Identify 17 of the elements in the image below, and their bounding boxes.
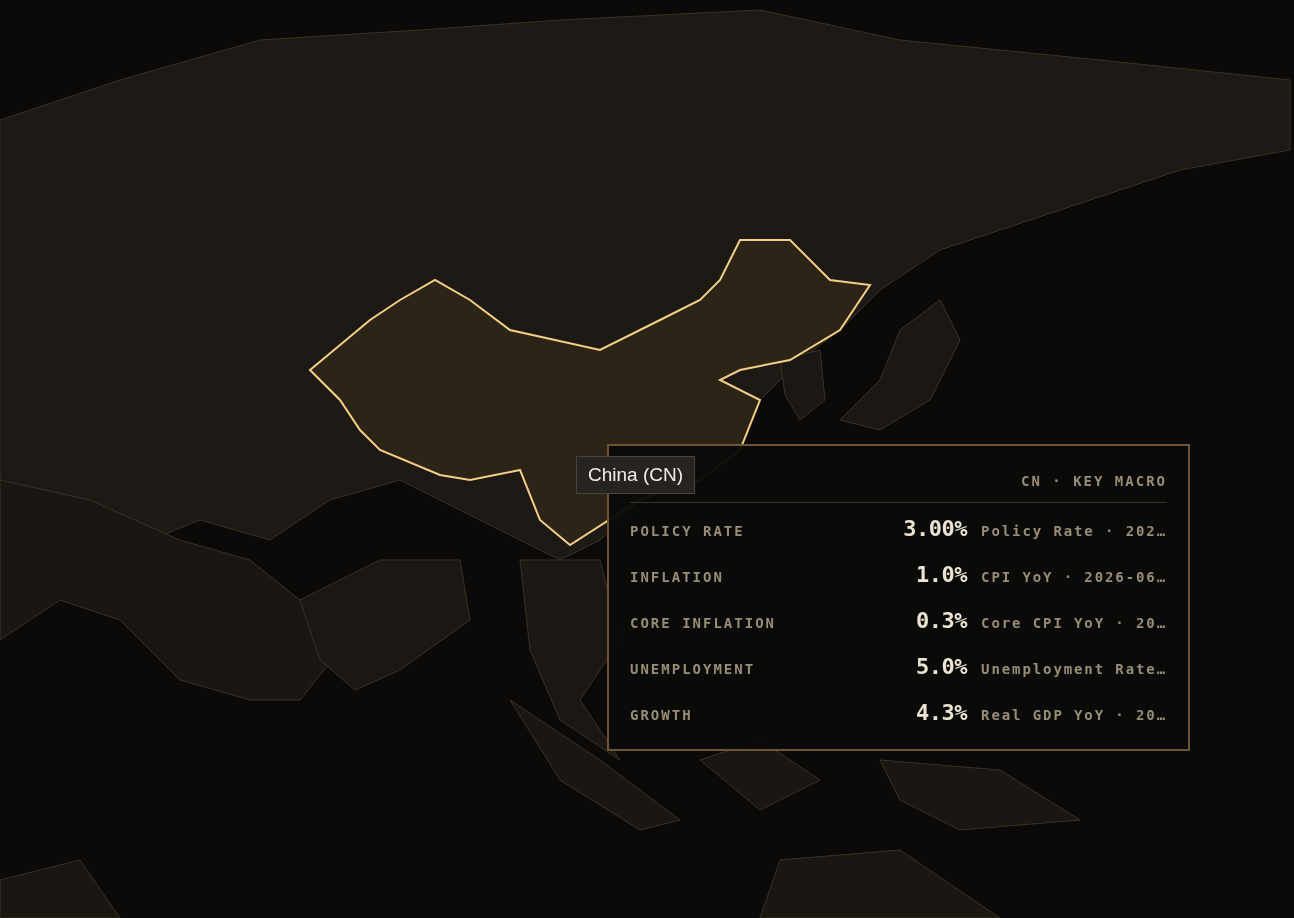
- metric-value: 3.00%: [903, 517, 968, 541]
- metric-value: 4.3%: [915, 701, 968, 725]
- metric-source: Core CPI YoY · 20…: [981, 614, 1167, 633]
- metric-value: 5.0%: [915, 655, 968, 679]
- metric-label: UNEMPLOYMENT: [630, 660, 757, 679]
- tooltip-header: CN · KEY MACRO: [1021, 472, 1167, 490]
- metric-value: 0.3%: [915, 609, 968, 633]
- country-label: China (CN): [576, 456, 696, 494]
- metric-label: CORE INFLATION: [630, 614, 777, 633]
- metric-label: GROWTH: [630, 706, 694, 725]
- metric-value: 1.0%: [915, 563, 968, 587]
- metric-label: INFLATION: [630, 568, 725, 587]
- metric-label: POLICY RATE: [630, 522, 746, 541]
- metric-source: Unemployment Rate…: [981, 660, 1167, 679]
- metric-source: Policy Rate · 202…: [981, 522, 1167, 541]
- metric-source: Real GDP YoY · 20…: [981, 706, 1167, 725]
- metric-source: CPI YoY · 2026-06…: [981, 568, 1167, 587]
